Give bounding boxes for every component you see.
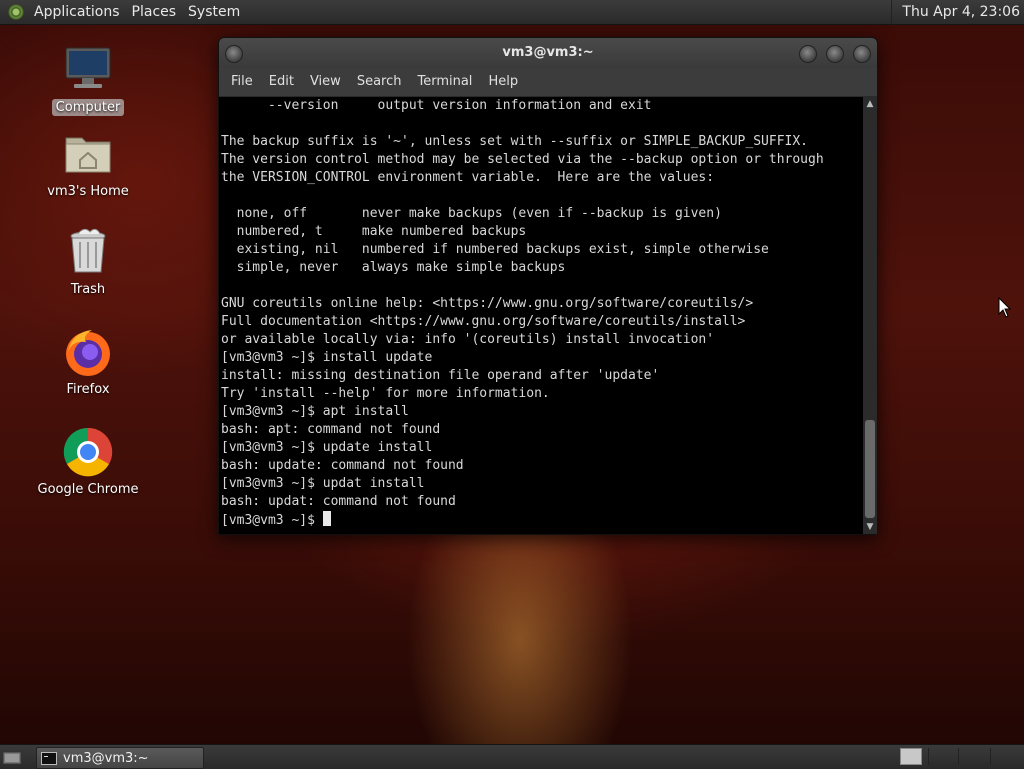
terminal-line: existing, nil numbered if numbered backu… xyxy=(221,242,769,257)
terminal-line: [vm3@vm3 ~]$ update install xyxy=(221,440,433,455)
show-desktop-icon[interactable] xyxy=(2,749,22,765)
desktop-icon-chrome[interactable]: Google Chrome xyxy=(18,426,158,497)
terminal-line: [vm3@vm3 ~]$ updat install xyxy=(221,476,425,491)
window-title: vm3@vm3:~ xyxy=(502,45,594,60)
terminal-line: GNU coreutils online help: <https://www.… xyxy=(221,296,754,311)
menu-help[interactable]: Help xyxy=(480,68,526,96)
home-folder-icon xyxy=(62,128,114,180)
desktop-icon-computer[interactable]: Computer xyxy=(18,44,158,116)
terminal-text: --version output version information and… xyxy=(219,97,861,530)
terminal-line: [vm3@vm3 ~]$ apt install xyxy=(221,404,409,419)
bottom-panel: vm3@vm3:~ xyxy=(0,744,1024,769)
window-menu-icon[interactable] xyxy=(225,45,243,63)
workspace-1[interactable] xyxy=(900,748,922,765)
terminal-line: simple, never always make simple backups xyxy=(221,260,566,275)
scroll-down-icon[interactable]: ▼ xyxy=(863,520,877,534)
desktop-icon-label: Computer xyxy=(51,99,125,116)
minimize-icon[interactable] xyxy=(799,45,817,63)
scroll-thumb[interactable] xyxy=(865,420,875,518)
terminal-icon xyxy=(41,751,57,765)
trash-icon xyxy=(62,226,114,278)
distro-logo-icon[interactable] xyxy=(8,4,24,20)
menu-file[interactable]: File xyxy=(223,68,261,96)
terminal-window[interactable]: vm3@vm3:~ File Edit View Search Terminal… xyxy=(218,37,878,535)
chrome-icon xyxy=(62,426,114,478)
window-titlebar[interactable]: vm3@vm3:~ xyxy=(219,38,877,68)
terminal-scrollbar[interactable]: ▲ ▼ xyxy=(863,97,877,534)
text-cursor xyxy=(322,511,331,526)
desktop-icon-label: Trash xyxy=(70,282,106,297)
terminal-line: bash: apt: command not found xyxy=(221,422,441,437)
firefox-icon xyxy=(62,326,114,378)
menu-terminal[interactable]: Terminal xyxy=(409,68,480,96)
terminal-line: [vm3@vm3 ~]$ install update xyxy=(221,350,433,365)
terminal-line: --version output version information and… xyxy=(221,98,652,113)
places-menu[interactable]: Places xyxy=(126,0,183,24)
terminal-line: Full documentation <https://www.gnu.org/… xyxy=(221,314,746,329)
mouse-pointer-icon xyxy=(998,297,1012,318)
desktop-icon-label: vm3's Home xyxy=(47,184,129,199)
desktop-icon-firefox[interactable]: Firefox xyxy=(18,326,158,397)
terminal-line: numbered, t make numbered backups xyxy=(221,224,527,239)
computer-icon xyxy=(62,44,114,96)
terminal-line: install: missing destination file operan… xyxy=(221,368,660,383)
top-panel: Applications Places System Thu Apr 4, 23… xyxy=(0,0,1024,25)
terminal-line: bash: updat: command not found xyxy=(221,494,456,509)
desktop-icon-trash[interactable]: Trash xyxy=(18,226,158,297)
workspace-2[interactable] xyxy=(928,748,955,765)
terminal-prompt: [vm3@vm3 ~]$ xyxy=(221,513,323,528)
system-menu[interactable]: System xyxy=(182,0,246,24)
terminal-line: or available locally via: info '(coreuti… xyxy=(221,332,715,347)
clock[interactable]: Thu Apr 4, 23:06 xyxy=(891,0,1020,24)
terminal-line: none, off never make backups (even if --… xyxy=(221,206,722,221)
terminal-line: bash: update: command not found xyxy=(221,458,464,473)
taskbar-label: vm3@vm3:~ xyxy=(63,750,149,766)
applications-menu[interactable]: Applications xyxy=(28,0,126,24)
maximize-icon[interactable] xyxy=(826,45,844,63)
desktop-icon-label: Firefox xyxy=(66,382,110,397)
workspace-3[interactable] xyxy=(958,748,985,765)
desktop-icon-label: Google Chrome xyxy=(37,482,139,497)
menu-view[interactable]: View xyxy=(302,68,349,96)
terminal-line: the VERSION_CONTROL environment variable… xyxy=(221,170,715,185)
scroll-up-icon[interactable]: ▲ xyxy=(863,97,877,111)
terminal-line: The version control method may be select… xyxy=(221,152,824,167)
top-panel-menus: Applications Places System xyxy=(0,0,246,24)
terminal-output[interactable]: --version output version information and… xyxy=(219,97,861,534)
desktop-icon-home[interactable]: vm3's Home xyxy=(18,128,158,199)
terminal-line: Try 'install --help' for more informatio… xyxy=(221,386,550,401)
workspace-4[interactable] xyxy=(990,748,1017,765)
taskbar-terminal-button[interactable]: vm3@vm3:~ xyxy=(36,747,204,769)
menu-search[interactable]: Search xyxy=(349,68,410,96)
terminal-menubar: File Edit View Search Terminal Help xyxy=(219,68,877,97)
menu-edit[interactable]: Edit xyxy=(261,68,302,96)
close-icon[interactable] xyxy=(853,45,871,63)
terminal-line: The backup suffix is '~', unless set wit… xyxy=(221,134,808,149)
